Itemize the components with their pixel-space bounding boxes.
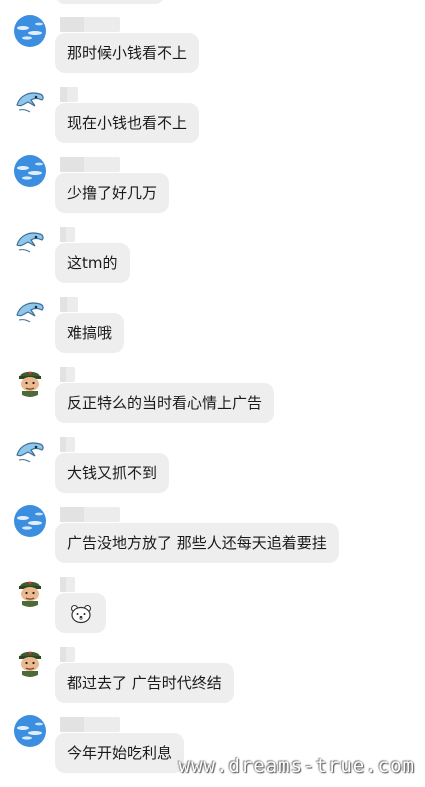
- message-item: 少撸了好几万: [0, 155, 425, 215]
- dolphin-avatar[interactable]: [14, 435, 46, 467]
- message-bubble[interactable]: 反正特么的当时看心情上广告: [55, 383, 275, 423]
- sender-name-blurred: [60, 367, 75, 382]
- blue-sky-avatar[interactable]: [14, 15, 46, 47]
- bear-face-emoji-icon: [70, 604, 91, 623]
- sender-name-blurred: [60, 717, 120, 732]
- message-bubble[interactable]: 少撸了好几万: [55, 173, 170, 213]
- message-bubble[interactable]: 都过去了 广告时代终结: [55, 663, 234, 703]
- dolphin-avatar[interactable]: [14, 295, 46, 327]
- message-bubble[interactable]: 广告没地方放了 那些人还每天追着要挂: [55, 523, 339, 563]
- blue-sky-avatar[interactable]: [14, 155, 46, 187]
- soldier-avatar[interactable]: [14, 645, 46, 677]
- message-bubble[interactable]: 大钱又抓不到: [55, 453, 170, 493]
- message-bubble[interactable]: 现在小钱也看不上: [55, 103, 200, 143]
- sender-name-blurred: [60, 437, 75, 452]
- soldier-avatar[interactable]: [14, 575, 46, 607]
- sender-name-blurred: [60, 647, 75, 662]
- message-item: 现在小钱也看不上: [0, 85, 425, 145]
- message-bubble[interactable]: 那时候小钱看不上: [55, 33, 200, 73]
- sender-name-blurred: [60, 577, 75, 592]
- blue-sky-avatar[interactable]: [14, 715, 46, 747]
- message-item: 这tm的: [0, 225, 425, 285]
- sender-name-blurred: [60, 17, 120, 32]
- message-item: [0, 575, 425, 635]
- dolphin-avatar[interactable]: [14, 225, 46, 257]
- message-item: 反正特么的当时看心情上广告: [0, 365, 425, 425]
- message-item: 广告没地方放了 那些人还每天追着要挂: [0, 505, 425, 565]
- chat-view: 那时候小钱看不上 现在小钱也看不上 少撸了好几万 这tm的 难搞哦 反正特么的当…: [0, 0, 425, 787]
- previous-bubble-fragment: [55, 0, 165, 4]
- message-bubble[interactable]: [55, 593, 106, 633]
- sender-name-blurred: [60, 297, 78, 312]
- sender-name-blurred: [60, 507, 120, 522]
- message-bubble[interactable]: 这tm的: [55, 243, 130, 283]
- watermark: www.dreams-true.com: [178, 755, 415, 777]
- message-item: 难搞哦: [0, 295, 425, 355]
- blue-sky-avatar[interactable]: [14, 505, 46, 537]
- message-item: 都过去了 广告时代终结: [0, 645, 425, 705]
- sender-name-blurred: [60, 227, 75, 242]
- message-item: 大钱又抓不到: [0, 435, 425, 495]
- soldier-avatar[interactable]: [14, 365, 46, 397]
- message-bubble[interactable]: 难搞哦: [55, 313, 125, 353]
- sender-name-blurred: [60, 87, 78, 102]
- sender-name-blurred: [60, 157, 120, 172]
- dolphin-avatar[interactable]: [14, 85, 46, 117]
- message-item: 那时候小钱看不上: [0, 15, 425, 75]
- message-bubble[interactable]: 今年开始吃利息: [55, 733, 185, 773]
